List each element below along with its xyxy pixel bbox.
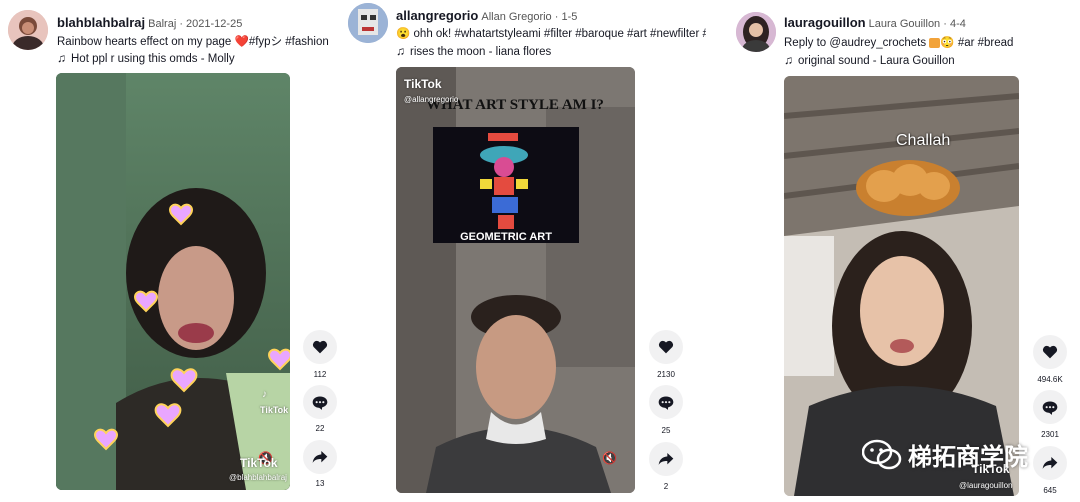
music-note-icon: ♫: [396, 44, 405, 58]
surprised-emoji: 😮: [396, 28, 411, 40]
video-frame: [56, 73, 290, 490]
post-lauragouillon: lauragouillon Laura Gouillon · 4-4 Reply …: [710, 0, 1080, 502]
heart-emoji: ❤️: [234, 36, 249, 48]
tiktok-watermark-bottom: TikTok: [240, 456, 278, 470]
username[interactable]: allangregorio Allan Gregorio · 1-5: [396, 8, 577, 23]
like-count: 2130: [657, 370, 675, 379]
video-frame: [396, 67, 635, 493]
caption: Reply to @audrey_crochets 😳 #ar #bread: [784, 35, 1080, 49]
brand-watermark-text: 梯拓商学院: [908, 444, 1028, 471]
share-icon: [312, 451, 328, 463]
nickname: Allan Gregorio · 1-5: [481, 11, 578, 23]
heart-icon: [312, 340, 328, 354]
video-player[interactable]: Challah TikTok @lauragouillon: [784, 76, 1019, 496]
avatar[interactable]: [348, 3, 388, 43]
heart-icon: [658, 340, 674, 354]
like-button[interactable]: [649, 330, 683, 364]
challah-label: Challah: [896, 132, 951, 149]
bread-overlay: [856, 160, 960, 216]
nickname-text: Balraj: [148, 18, 177, 30]
music-title[interactable]: rises the moon - liana flores: [410, 46, 551, 58]
caption-text[interactable]: ohh ok! #whatartstyleami #filter #baroqu…: [414, 28, 706, 40]
caption: 😮 ohh ok! #whatartstyleami #filter #baro…: [396, 26, 706, 40]
username[interactable]: lauragouillon Laura Gouillon · 4-4: [784, 15, 966, 30]
post-blahblahbalraj: blahblahbalraj Balraj · 2021-12-25 Rainbo…: [0, 0, 345, 502]
tiktok-watermark: TikTok: [260, 405, 289, 415]
nickname-text: Allan Gregorio: [481, 11, 552, 23]
mute-icon[interactable]: 🔇: [602, 451, 617, 465]
music-info[interactable]: ♫ rises the moon - liana flores: [396, 44, 551, 58]
music-info[interactable]: ♫ Hot ppl r using this omds - Molly: [57, 51, 235, 65]
post-allangregorio: allangregorio Allan Gregorio · 1-5 😮 ohh …: [345, 0, 710, 502]
watermark-username: @lauragouillon: [959, 481, 1013, 490]
comment-icon: [312, 396, 328, 410]
art-style-label: GEOMETRIC ART: [460, 231, 552, 243]
caption-hashtags[interactable]: #ar #bread: [958, 37, 1014, 49]
comment-count: 25: [661, 426, 671, 435]
share-button[interactable]: [649, 442, 683, 476]
comment-icon: [1042, 401, 1058, 415]
music-title[interactable]: original sound - Laura Gouillon: [798, 55, 955, 67]
tiktok-watermark: TikTok: [404, 77, 442, 91]
music-title[interactable]: Hot ppl r using this omds - Molly: [71, 53, 235, 65]
share-button[interactable]: [1033, 446, 1067, 480]
share-count: 13: [315, 479, 325, 488]
brand-watermark: 梯拓商学院: [862, 437, 1028, 472]
share-button[interactable]: [303, 440, 337, 474]
nickname-text: Laura Gouillon: [868, 18, 941, 30]
comment-count: 22: [315, 424, 325, 433]
like-count: 494.6K: [1037, 375, 1063, 384]
like-count: 112: [313, 370, 327, 379]
post-date: 2021-12-25: [186, 18, 243, 30]
like-button[interactable]: [303, 330, 337, 364]
caption: Rainbow hearts effect on my page ❤️#fypシ…: [57, 33, 337, 49]
caption-text: Reply to: [784, 37, 830, 49]
comment-button[interactable]: [649, 385, 683, 419]
comment-count: 2301: [1041, 430, 1059, 439]
wechat-icon: [862, 439, 902, 469]
video-player[interactable]: ♪ TikTok 🔇 TikTok @blahblahbalraj: [56, 73, 290, 490]
nickname: Balraj · 2021-12-25: [148, 18, 243, 30]
username[interactable]: blahblahbalraj Balraj · 2021-12-25: [57, 15, 242, 30]
caption-text: Rainbow hearts effect on my page: [57, 36, 235, 48]
avatar[interactable]: [736, 12, 776, 52]
caption-mention[interactable]: @audrey_crochets: [829, 37, 926, 49]
tiktok-logo-icon: ♪: [262, 389, 267, 400]
heart-icon: [1042, 345, 1058, 359]
like-button[interactable]: [1033, 335, 1067, 369]
share-icon: [1042, 457, 1058, 469]
comment-icon: [658, 396, 674, 410]
nickname: Laura Gouillon · 4-4: [868, 18, 966, 30]
music-note-icon: ♫: [784, 53, 793, 67]
caption-hashtags[interactable]: #fypシ #fashion: [249, 36, 329, 48]
watermark-username: @blahblahbalraj: [229, 473, 287, 482]
username-text[interactable]: allangregorio: [396, 8, 478, 23]
comment-button[interactable]: [1033, 390, 1067, 424]
share-count: 645: [1043, 486, 1057, 495]
share-icon: [658, 453, 674, 465]
username-text[interactable]: lauragouillon: [784, 15, 866, 30]
emoji-sticker: [929, 37, 941, 48]
video-player[interactable]: WHAT ART STYLE AM I? GEOMETRIC ART TikTo…: [396, 67, 635, 493]
post-date: 1-5: [561, 11, 578, 23]
post-date: 4-4: [949, 18, 966, 30]
music-note-icon: ♫: [57, 51, 66, 65]
music-info[interactable]: ♫ original sound - Laura Gouillon: [784, 53, 955, 67]
share-count: 2: [663, 482, 669, 491]
watermark-username: @allangregorio: [404, 95, 459, 104]
avatar[interactable]: [8, 10, 48, 50]
comment-button[interactable]: [303, 385, 337, 419]
username-text[interactable]: blahblahbalraj: [57, 15, 145, 30]
flushed-emoji: 😳: [940, 37, 955, 49]
